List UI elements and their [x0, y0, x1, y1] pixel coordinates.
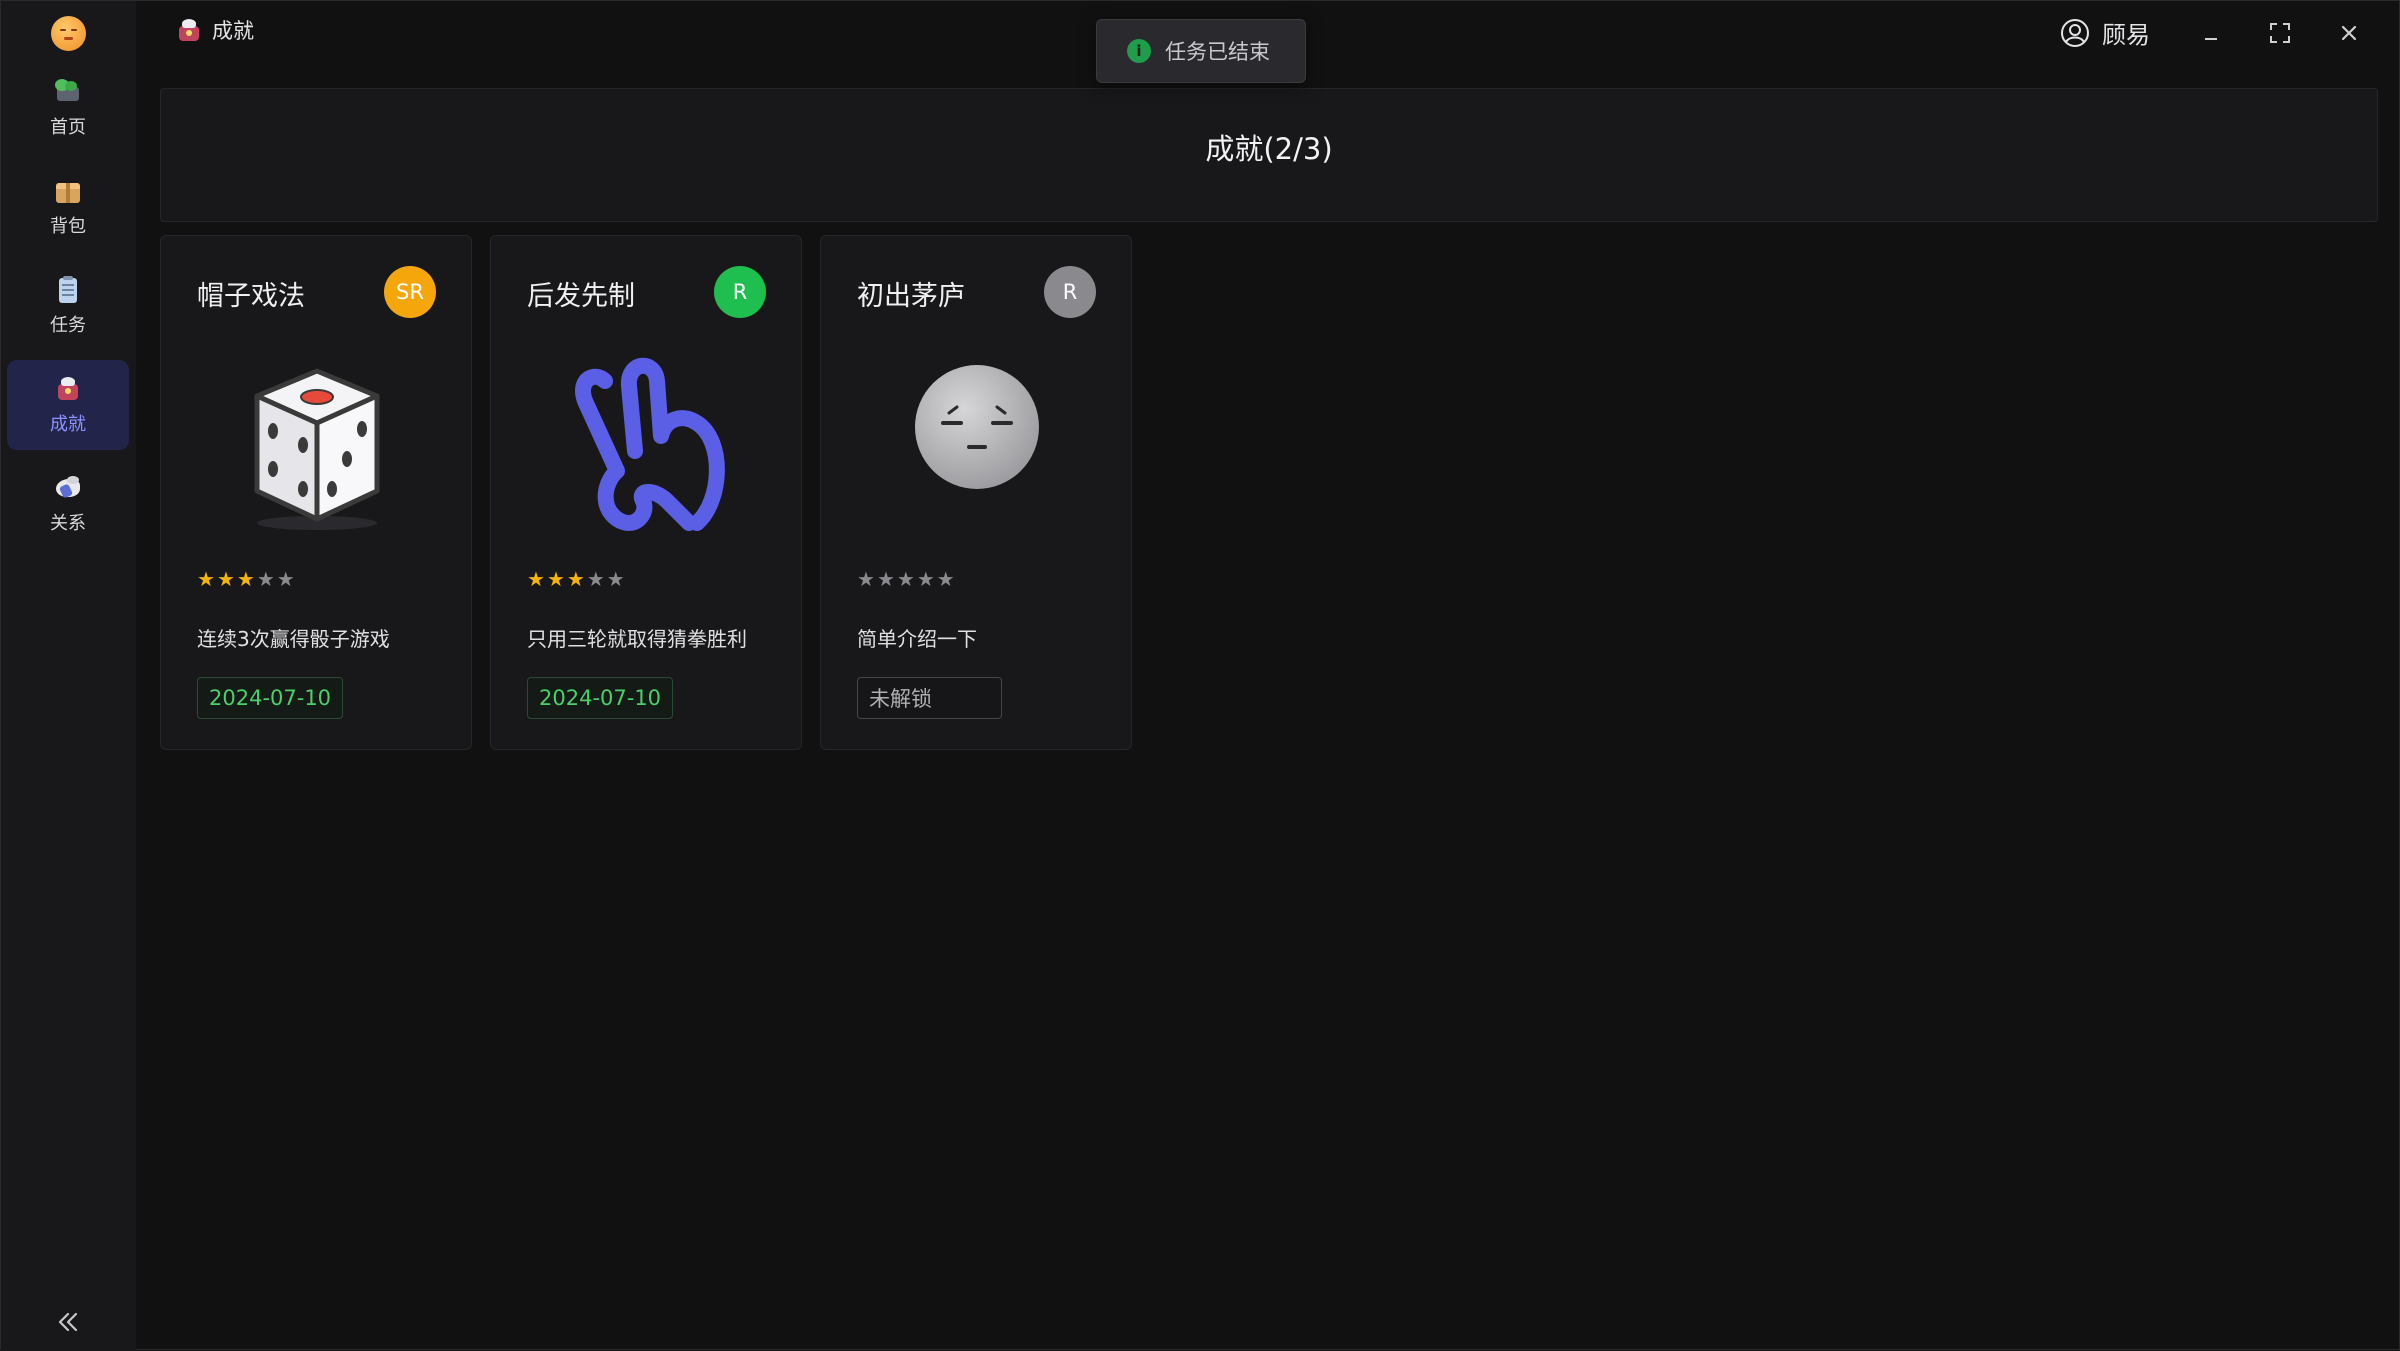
sidebar-item-label: 成就	[50, 414, 86, 435]
toast-notification: i 任务已结束	[1096, 19, 1306, 83]
achievement-description: 只用三轮就取得猜拳胜利	[527, 627, 747, 651]
app-logo-icon[interactable]	[51, 16, 86, 51]
rarity-badge: SR	[384, 266, 436, 318]
achievement-name: 后发先制	[527, 281, 635, 312]
star-rating: ★ ★ ★ ★ ★	[857, 569, 955, 589]
fullscreen-icon	[2270, 23, 2290, 43]
home-icon	[53, 77, 83, 107]
minimize-button[interactable]	[2191, 15, 2231, 51]
achievement-name: 初出茅庐	[857, 281, 965, 312]
minimize-icon	[2205, 38, 2217, 40]
double-chevron-left-icon	[58, 1312, 78, 1332]
collapse-sidebar-button[interactable]	[53, 1307, 83, 1337]
star-empty-icon: ★	[256, 567, 275, 591]
sidebar-item-home[interactable]: 首页	[7, 63, 129, 153]
user-circle-icon	[2061, 18, 2089, 47]
sidebar-item-relationships[interactable]: 关系	[7, 459, 129, 549]
achievement-icon	[176, 17, 202, 43]
star-empty-icon: ★	[857, 567, 875, 591]
achievement-card[interactable]: 后发先制 R ★ ★ ★ ★ ★ 只用三轮就取得猜拳胜利 2024-07-10	[490, 235, 802, 750]
unlock-date-tag: 2024-07-10	[527, 677, 674, 719]
star-filled-icon: ★	[197, 567, 215, 591]
sidebar-nav: 首页 背包 任务 成就 关系	[7, 63, 129, 558]
star-rating: ★ ★ ★ ★ ★	[527, 569, 625, 589]
star-empty-icon: ★	[606, 567, 625, 591]
info-circle-icon: i	[1127, 39, 1151, 63]
achievement-icon	[53, 374, 83, 404]
app-window: 首页 背包 任务 成就 关系 成就 顾易 i 任务已结束 成就(2/3) 帽子戏…	[0, 0, 2400, 1351]
sidebar-item-tasks[interactable]: 任务	[7, 261, 129, 351]
sidebar-item-label: 任务	[50, 315, 86, 336]
sidebar-item-label: 关系	[50, 513, 86, 534]
user-name: 顾易	[2102, 21, 2150, 49]
toast-message: 任务已结束	[1165, 40, 1270, 64]
achievement-card[interactable]: 帽子戏法 SR ★ ★ ★ ★ ★ 连续3次赢得骰子游戏 2024-07-10	[160, 235, 472, 750]
achievement-list: 帽子戏法 SR ★ ★ ★ ★ ★ 连续3次赢得骰子游戏 2024-07-10 …	[160, 235, 1132, 750]
close-button[interactable]	[2329, 15, 2369, 51]
window-title-text: 成就	[212, 19, 254, 43]
victory-hand-icon	[575, 357, 725, 531]
achievement-card[interactable]: 初出茅庐 R ★ ★ ★ ★ ★ 简单介绍一下 未解锁	[820, 235, 1132, 750]
star-rating: ★ ★ ★ ★ ★	[197, 569, 295, 589]
sidebar-item-label: 首页	[50, 117, 86, 138]
achievement-description: 简单介绍一下	[857, 627, 977, 651]
rarity-badge: R	[714, 266, 766, 318]
sidebar-item-label: 背包	[50, 216, 86, 237]
achievement-name: 帽子戏法	[197, 281, 305, 312]
star-empty-icon: ★	[586, 567, 605, 591]
sidebar-item-achievements[interactable]: 成就	[7, 360, 129, 450]
user-menu[interactable]: 顾易	[2060, 15, 2150, 50]
star-empty-icon: ★	[876, 567, 895, 591]
star-filled-icon: ★	[566, 567, 585, 591]
star-empty-icon: ★	[936, 567, 955, 591]
star-empty-icon: ★	[916, 567, 935, 591]
relationship-icon	[53, 473, 83, 503]
sleepy-face-icon	[915, 365, 1039, 489]
fullscreen-button[interactable]	[2260, 15, 2300, 51]
star-filled-icon: ★	[216, 567, 235, 591]
dice-icon	[254, 368, 380, 530]
star-filled-icon: ★	[527, 567, 545, 591]
star-filled-icon: ★	[546, 567, 565, 591]
unlock-date-tag: 2024-07-10	[197, 677, 344, 719]
page-title: 成就(2/3)	[1205, 132, 1333, 166]
sidebar: 首页 背包 任务 成就 关系	[1, 1, 136, 1351]
rarity-badge: R	[1044, 266, 1096, 318]
sidebar-item-backpack[interactable]: 背包	[7, 162, 129, 252]
star-empty-icon: ★	[276, 567, 295, 591]
achievements-header: 成就(2/3)	[160, 88, 2378, 222]
star-empty-icon: ★	[896, 567, 915, 591]
achievement-description: 连续3次赢得骰子游戏	[197, 627, 390, 651]
backpack-icon	[53, 176, 83, 206]
close-icon	[2341, 25, 2357, 41]
star-filled-icon: ★	[236, 567, 255, 591]
clipboard-icon	[53, 275, 83, 305]
window-title: 成就	[176, 15, 254, 45]
locked-status-tag: 未解锁	[857, 677, 1002, 719]
